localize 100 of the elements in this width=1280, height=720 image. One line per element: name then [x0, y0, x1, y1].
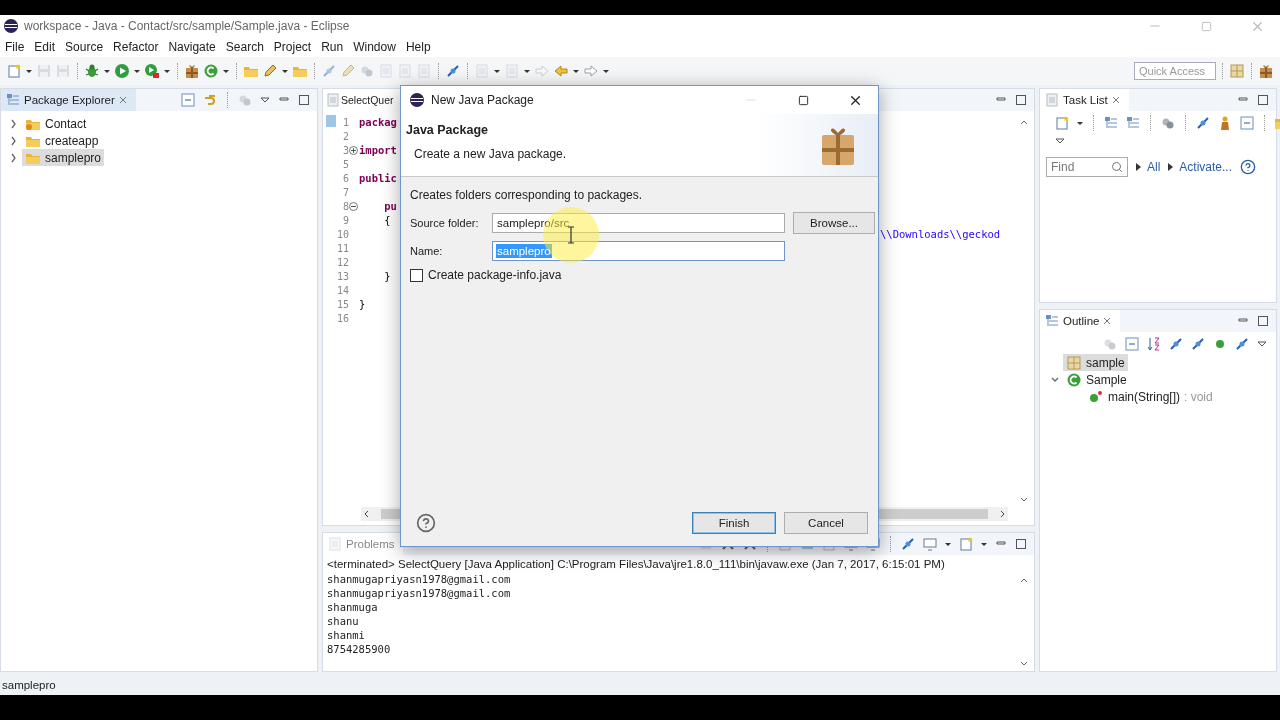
- text-field[interactable]: samplepro/src: [492, 213, 785, 233]
- triangle-icon: [1136, 163, 1141, 171]
- sort-icon[interactable]: [1146, 336, 1162, 352]
- code-line: }: [359, 298, 366, 310]
- view-tab[interactable]: Task List: [1040, 89, 1129, 111]
- bug-icon[interactable]: [84, 63, 100, 79]
- line-number: 1: [341, 116, 349, 128]
- tree-item[interactable]: createapp: [22, 132, 102, 149]
- console-line: shanu: [327, 615, 360, 629]
- expand-icon[interactable]: [349, 145, 358, 155]
- link[interactable]: All: [1136, 160, 1161, 174]
- pencil-icon[interactable]: [262, 63, 278, 79]
- code-line: pu: [383, 200, 397, 212]
- code-line: {: [383, 214, 391, 226]
- close-icon[interactable]: [1102, 316, 1113, 326]
- maximize-icon[interactable]: [1256, 314, 1270, 328]
- status-text: samplepro: [1, 678, 57, 693]
- pin-icon[interactable]: [1195, 115, 1211, 131]
- pin-icon[interactable]: [445, 63, 461, 79]
- tree-item[interactable]: Sample: [1063, 371, 1130, 388]
- class-icon: [1066, 371, 1082, 388]
- menu-item[interactable]: Navigate: [163, 40, 221, 54]
- checkbox-label: Create package-info.java: [428, 268, 562, 282]
- line-number: 12: [335, 256, 349, 268]
- menu-item[interactable]: Search: [220, 40, 269, 54]
- browse-button[interactable]: Browse...: [793, 212, 875, 234]
- dialog-button[interactable]: Cancel: [784, 512, 868, 534]
- console-line: shanmugapriyasn1978@gmail.com: [327, 587, 512, 601]
- code-line: public: [359, 172, 397, 184]
- pin-icon[interactable]: [900, 536, 916, 552]
- field-label: Source folder:: [410, 217, 480, 229]
- maximize-icon[interactable]: [297, 93, 311, 107]
- line-number: 5: [341, 158, 349, 170]
- search-icon: [1111, 161, 1123, 173]
- console-line: shanmuga: [327, 601, 379, 615]
- maximize-icon: [1200, 20, 1212, 32]
- line-number: 9: [341, 214, 349, 226]
- occurrence-marker: [326, 115, 336, 127]
- code-line: import: [359, 144, 397, 156]
- line-number: 10: [335, 228, 349, 240]
- view-tab[interactable]: Outline: [1040, 310, 1121, 332]
- menu-item[interactable]: Source: [60, 40, 109, 54]
- scheduled-icon[interactable]: [1125, 115, 1141, 131]
- view-tab[interactable]: Problems: [323, 533, 403, 555]
- maximize-icon[interactable]: [1014, 537, 1028, 551]
- run-tool-icon[interactable]: [144, 63, 160, 79]
- description: Creates folders corresponding to packages.: [410, 188, 644, 202]
- dialog-subtitle: Create a new Java package.: [413, 147, 568, 161]
- window-title: workspace - Java - Contact/src/sample/Sample.java - Eclipse: [24, 19, 351, 33]
- outline-icon: [1044, 313, 1060, 329]
- console-line: 8754285900: [327, 643, 392, 657]
- code-line: packag: [359, 116, 397, 128]
- help-icon[interactable]: [1240, 159, 1257, 175]
- tree-item[interactable]: samplepro: [22, 149, 105, 166]
- code-line: \\Downloads\\geckod: [880, 228, 1001, 240]
- package-explorer-icon: [5, 92, 21, 108]
- line-number: 15: [335, 298, 349, 310]
- console-header: <terminated> SelectQuery [Java Application] C:\Program Files\Java\jre1.8.0_111\bin\javaw.exe (Jan 7, 2017, 6:15:01 PM): [326, 557, 946, 572]
- checkbox[interactable]: [410, 268, 423, 282]
- menu-item[interactable]: Refactor: [108, 40, 164, 54]
- line-number: 8: [341, 200, 349, 212]
- line-number: 16: [335, 312, 349, 324]
- problems-icon: [327, 536, 343, 552]
- console-line: shanmi: [327, 629, 366, 643]
- package-icon: [1066, 354, 1082, 371]
- java-file-icon: [325, 92, 339, 108]
- dialog-button[interactable]: Finish: [692, 512, 776, 534]
- close-icon[interactable]: [1110, 95, 1121, 105]
- editor-tab[interactable]: SelectQuer: [323, 89, 402, 111]
- tree-item[interactable]: Contact: [22, 115, 90, 132]
- menu-item[interactable]: Window: [348, 40, 401, 54]
- view-tab[interactable]: Package Explorer: [1, 89, 136, 111]
- dialog-title: New Java Package: [431, 93, 535, 107]
- java-perspective-icon[interactable]: [1258, 63, 1274, 79]
- eclipse-logo-icon: [409, 92, 425, 108]
- maximize-icon: [797, 94, 809, 106]
- menu-item[interactable]: Edit: [29, 40, 61, 54]
- tree-item[interactable]: main(String[]) : void: [1085, 388, 1216, 405]
- menu-item[interactable]: Help: [400, 40, 436, 54]
- package-icon[interactable]: [184, 63, 200, 79]
- line-number: 14: [335, 284, 349, 296]
- categorized-icon[interactable]: [1103, 115, 1119, 131]
- field-label: Name:: [410, 245, 444, 257]
- console-line: shanmugapriyasn1978@gmail.com: [327, 573, 512, 587]
- collapse-icon[interactable]: [349, 201, 358, 211]
- tree-item[interactable]: sample: [1063, 354, 1128, 371]
- menu-item[interactable]: Run: [316, 40, 349, 54]
- menu-item[interactable]: Project: [268, 40, 317, 54]
- find-field[interactable]: Find: [1046, 157, 1128, 177]
- link[interactable]: Activate...: [1168, 160, 1233, 174]
- line-number: 3: [341, 144, 349, 156]
- maximize-icon[interactable]: [1014, 93, 1028, 107]
- dialog-heading: Java Package: [406, 123, 489, 137]
- line-number: 2: [341, 130, 349, 142]
- close-icon[interactable]: [117, 95, 128, 105]
- help-icon[interactable]: [416, 513, 436, 533]
- menu-item[interactable]: File: [0, 40, 30, 54]
- line-number: 13: [335, 270, 349, 282]
- maximize-icon[interactable]: [1256, 93, 1270, 107]
- line-number: 6: [341, 172, 349, 184]
